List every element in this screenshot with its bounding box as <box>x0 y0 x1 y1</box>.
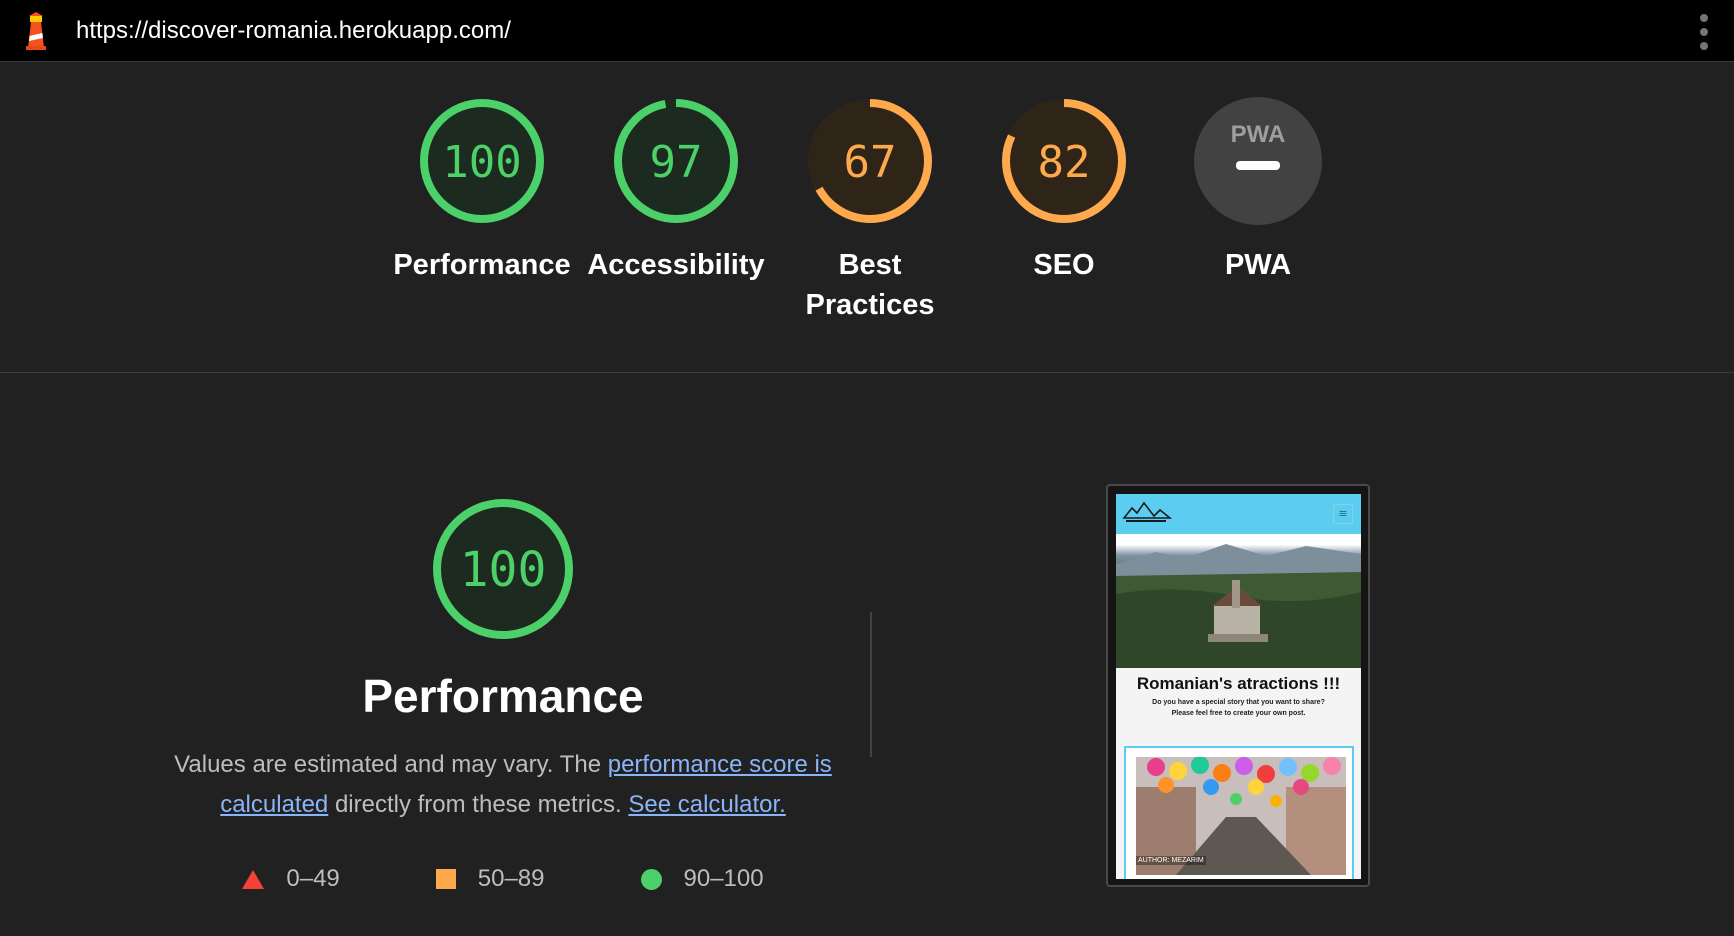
mountain-logo-icon <box>1122 501 1172 522</box>
legend-range: 90–100 <box>683 865 764 892</box>
site-preview: ≡ Romanian's atractions !!! Do you have … <box>1116 494 1361 879</box>
gauge-label: Accessibility <box>587 249 765 281</box>
gauge-seo[interactable]: 82 SEO <box>974 95 1154 285</box>
legend-pass: 90–100 <box>640 865 764 893</box>
browser-toolbar: https://discover-romania.herokuapp.com/ <box>0 0 1734 62</box>
performance-description: Values are estimated and may vary. The p… <box>160 745 846 825</box>
gauge-score: 100 <box>442 137 521 188</box>
gauge-label: Best Practices <box>805 249 935 321</box>
performance-title: Performance <box>362 670 644 722</box>
preview-heading: Romanian's atractions !!! Do you have a … <box>1116 668 1361 719</box>
score-gauges: 100 Performance 97 Accessibility 67 Best… <box>0 95 1734 375</box>
square-icon <box>435 869 456 889</box>
gauge-best-practices[interactable]: 67 Best Practices <box>780 95 960 325</box>
preview-title: Romanian's atractions !!! <box>1136 674 1341 693</box>
desc-text: Values are estimated and may vary. The <box>174 751 608 778</box>
gauge-score: 97 <box>650 137 703 188</box>
gauge-performance[interactable]: 100 Performance <box>392 95 572 285</box>
performance-score: 100 <box>460 542 547 598</box>
performance-gauge: 100 <box>433 499 573 639</box>
preview-author: AUTHOR: MEZARIM <box>1136 856 1206 865</box>
see-calculator-link[interactable]: See calculator. <box>628 791 785 818</box>
section-divider <box>0 372 1734 373</box>
gauge-label: Performance <box>393 249 571 281</box>
legend-range: 50–89 <box>477 865 545 892</box>
gauge-score: 67 <box>844 137 897 188</box>
gauge-label: SEO <box>1033 249 1095 281</box>
pwa-badge-icon: PWA <box>1194 97 1322 225</box>
circle-icon <box>640 868 662 890</box>
castle-landscape-icon <box>1116 544 1361 668</box>
gauge-ring: 100 <box>420 99 544 223</box>
hamburger-icon: ≡ <box>1333 504 1353 524</box>
gauge-ring: 67 <box>808 99 932 223</box>
desc-text: directly from these metrics. <box>328 791 629 818</box>
pwa-badge-text: PWA <box>1231 121 1286 148</box>
preview-subtext-1: Do you have a special story that you wan… <box>1152 699 1325 706</box>
lighthouse-logo-icon <box>26 12 46 50</box>
gauge-ring: 82 <box>1002 99 1126 223</box>
gauge-label: PWA <box>1224 249 1292 281</box>
legend-average: 50–89 <box>435 865 545 893</box>
gauge-accessibility[interactable]: 97 Accessibility <box>586 95 766 285</box>
gauge-ring: 97 <box>614 99 738 223</box>
gauge-pwa[interactable]: PWA PWA <box>1168 95 1348 285</box>
url-text[interactable]: https://discover-romania.herokuapp.com/ <box>76 16 511 46</box>
preview-navbar: ≡ <box>1116 494 1361 534</box>
vertical-divider <box>870 612 872 757</box>
umbrella-street-image: AUTHOR: MEZARIM <box>1136 757 1346 875</box>
final-screenshot[interactable]: ≡ Romanian's atractions !!! Do you have … <box>1106 484 1370 887</box>
legend-fail: 0–49 <box>242 865 340 893</box>
performance-section: 100 Performance Values are estimated and… <box>160 495 846 893</box>
triangle-icon <box>242 869 265 889</box>
preview-post-card: AUTHOR: MEZARIM <box>1124 746 1354 879</box>
score-legend: 0–49 50–89 90–100 <box>160 865 846 893</box>
gauge-score: 82 <box>1038 137 1091 188</box>
more-options-icon[interactable] <box>1692 14 1716 50</box>
preview-subtext-2: Please feel free to create your own post… <box>1171 710 1306 717</box>
hero-image <box>1116 534 1361 668</box>
legend-range: 0–49 <box>286 865 340 892</box>
